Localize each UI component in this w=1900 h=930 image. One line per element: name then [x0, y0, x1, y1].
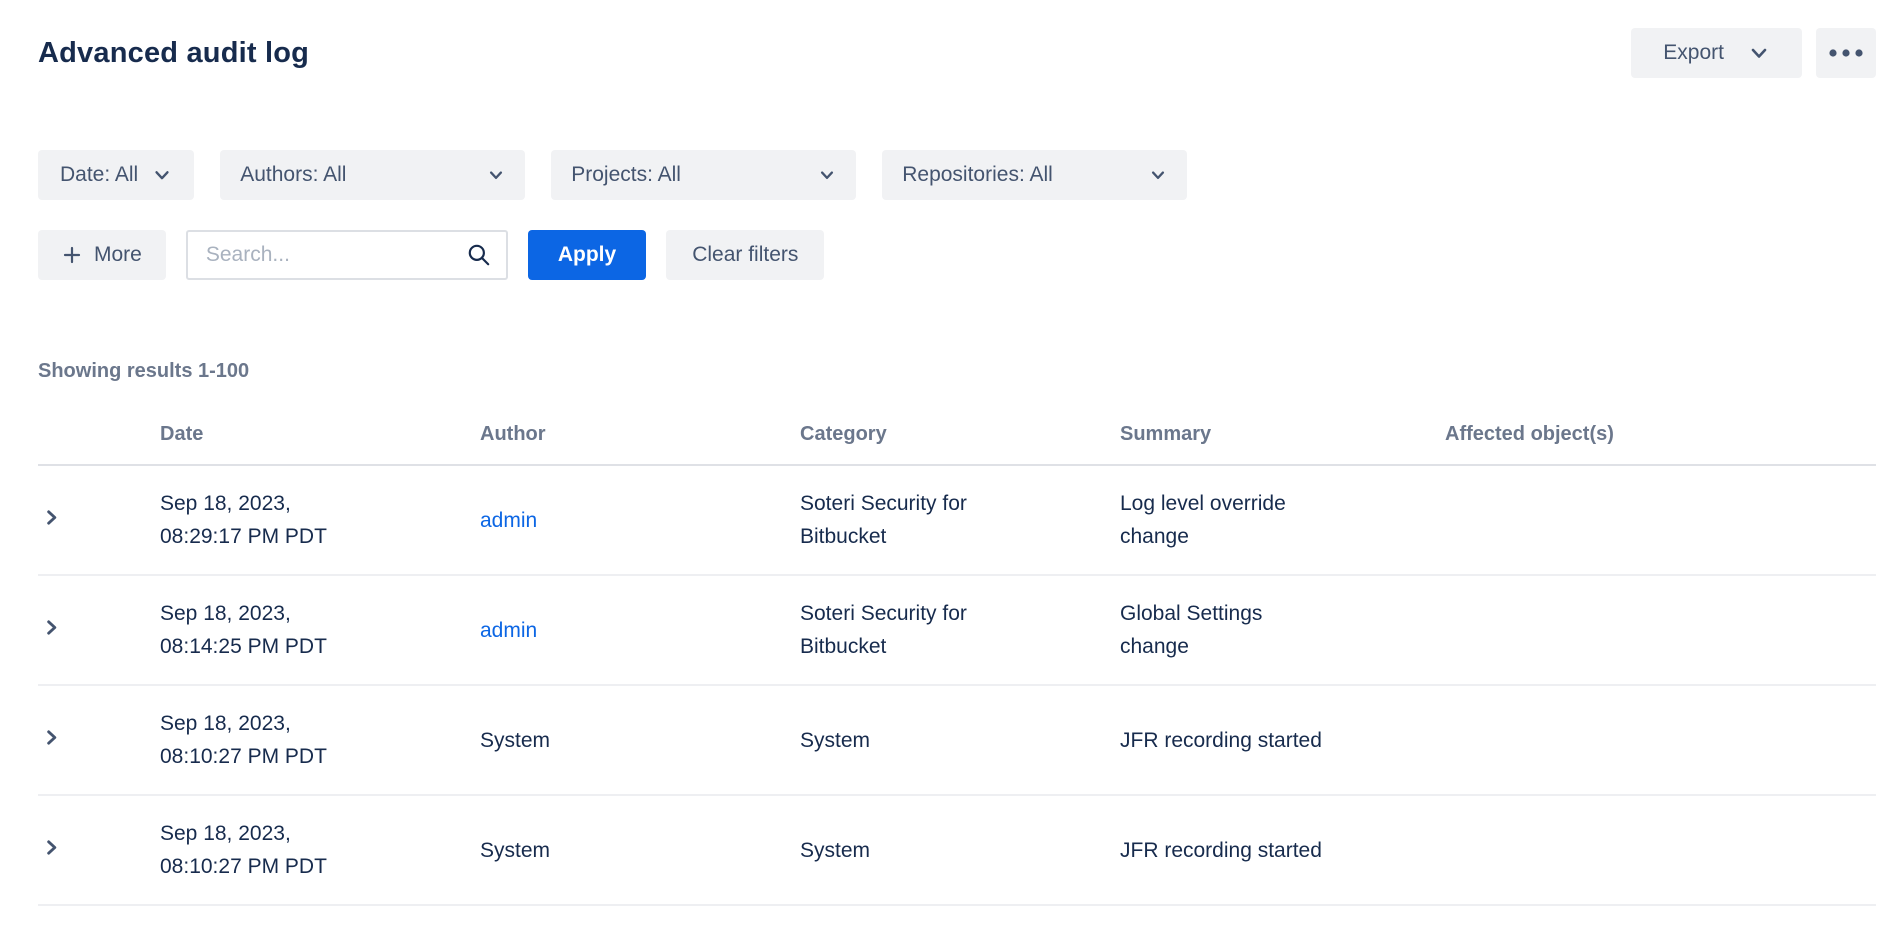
- authors-filter-label: Authors: All: [240, 163, 346, 187]
- column-header-summary: Summary: [1120, 423, 1445, 465]
- chevron-down-icon: [1748, 42, 1770, 64]
- repositories-filter-label: Repositories: All: [902, 163, 1053, 187]
- authors-filter-dropdown[interactable]: Authors: All: [220, 150, 525, 200]
- table-row: Sep 18, 2023, 08:10:27 PM PDT System Sys…: [38, 685, 1876, 795]
- expander-cell: [38, 795, 160, 905]
- chevron-down-icon: [1149, 166, 1167, 184]
- apply-button[interactable]: Apply: [528, 230, 646, 280]
- expand-row-button[interactable]: [38, 614, 65, 641]
- chevron-down-icon: [152, 165, 172, 185]
- header-actions: Export: [1631, 28, 1876, 78]
- repositories-filter-dropdown[interactable]: Repositories: All: [882, 150, 1187, 200]
- date-filter-label: Date: All: [60, 163, 138, 187]
- expand-row-button[interactable]: [38, 504, 65, 531]
- page-title: Advanced audit log: [38, 37, 309, 70]
- table-row: Sep 18, 2023, 08:14:25 PM PDT admin Sote…: [38, 575, 1876, 685]
- audit-log-table: Date Author Category Summary Affected ob…: [38, 423, 1876, 906]
- search-input[interactable]: [204, 242, 456, 268]
- results-summary: Showing results 1-100: [38, 360, 1876, 383]
- export-button-label: Export: [1663, 41, 1724, 65]
- filters-row-secondary: More Apply Clear filters: [38, 230, 1876, 280]
- audit-table-body: Sep 18, 2023, 08:29:17 PM PDT admin Sote…: [38, 465, 1876, 905]
- column-header-category: Category: [800, 423, 1120, 465]
- date-filter-dropdown[interactable]: Date: All: [38, 150, 194, 200]
- affected-cell: [1445, 575, 1876, 685]
- affected-cell: [1445, 795, 1876, 905]
- affected-cell: [1445, 685, 1876, 795]
- author-link: System: [480, 729, 550, 752]
- summary-cell: JFR recording started: [1120, 685, 1445, 795]
- column-header-author: Author: [480, 423, 800, 465]
- chevron-down-icon: [487, 166, 505, 184]
- chevron-right-icon: [42, 508, 61, 527]
- expander-cell: [38, 465, 160, 575]
- clear-filters-button[interactable]: Clear filters: [666, 230, 824, 280]
- plus-icon: [62, 245, 82, 265]
- ellipsis-icon: [1828, 48, 1864, 58]
- chevron-down-icon: [818, 166, 836, 184]
- category-cell: System: [800, 795, 1120, 905]
- table-row: Sep 18, 2023, 08:29:17 PM PDT admin Sote…: [38, 465, 1876, 575]
- author-cell: admin: [480, 465, 800, 575]
- category-cell: Soteri Security for Bitbucket: [800, 465, 1120, 575]
- author-link[interactable]: admin: [480, 619, 537, 642]
- search-box: [186, 230, 508, 280]
- date-cell: Sep 18, 2023, 08:29:17 PM PDT: [160, 465, 480, 575]
- chevron-right-icon: [42, 618, 61, 637]
- more-actions-button[interactable]: [1816, 28, 1876, 78]
- more-filters-label: More: [94, 243, 142, 267]
- affected-cell: [1445, 465, 1876, 575]
- page-header: Advanced audit log Export: [38, 28, 1876, 78]
- table-row: Sep 18, 2023, 08:10:27 PM PDT System Sys…: [38, 795, 1876, 905]
- date-cell: Sep 18, 2023, 08:10:27 PM PDT: [160, 795, 480, 905]
- chevron-right-icon: [42, 838, 61, 857]
- expander-cell: [38, 575, 160, 685]
- summary-cell: JFR recording started: [1120, 795, 1445, 905]
- projects-filter-dropdown[interactable]: Projects: All: [551, 150, 856, 200]
- projects-filter-label: Projects: All: [571, 163, 681, 187]
- audit-table-header: Date Author Category Summary Affected ob…: [38, 423, 1876, 465]
- author-cell: System: [480, 685, 800, 795]
- date-cell: Sep 18, 2023, 08:14:25 PM PDT: [160, 575, 480, 685]
- expander-cell: [38, 685, 160, 795]
- author-link: System: [480, 839, 550, 862]
- author-cell: admin: [480, 575, 800, 685]
- expander-column-header: [38, 423, 160, 465]
- advanced-audit-log-page: Advanced audit log Export Date: All: [0, 0, 1900, 906]
- export-button[interactable]: Export: [1631, 28, 1802, 78]
- date-cell: Sep 18, 2023, 08:10:27 PM PDT: [160, 685, 480, 795]
- author-link[interactable]: admin: [480, 509, 537, 532]
- summary-cell: Global Settings change: [1120, 575, 1445, 685]
- expand-row-button[interactable]: [38, 834, 65, 861]
- author-cell: System: [480, 795, 800, 905]
- category-cell: System: [800, 685, 1120, 795]
- search-icon: [466, 242, 492, 268]
- chevron-right-icon: [42, 728, 61, 747]
- column-header-date: Date: [160, 423, 480, 465]
- expand-row-button[interactable]: [38, 724, 65, 751]
- more-filters-button[interactable]: More: [38, 230, 166, 280]
- filters-row-primary: Date: All Authors: All Projects: All Rep…: [38, 150, 1876, 200]
- summary-cell: Log level override change: [1120, 465, 1445, 575]
- column-header-affected: Affected object(s): [1445, 423, 1876, 465]
- category-cell: Soteri Security for Bitbucket: [800, 575, 1120, 685]
